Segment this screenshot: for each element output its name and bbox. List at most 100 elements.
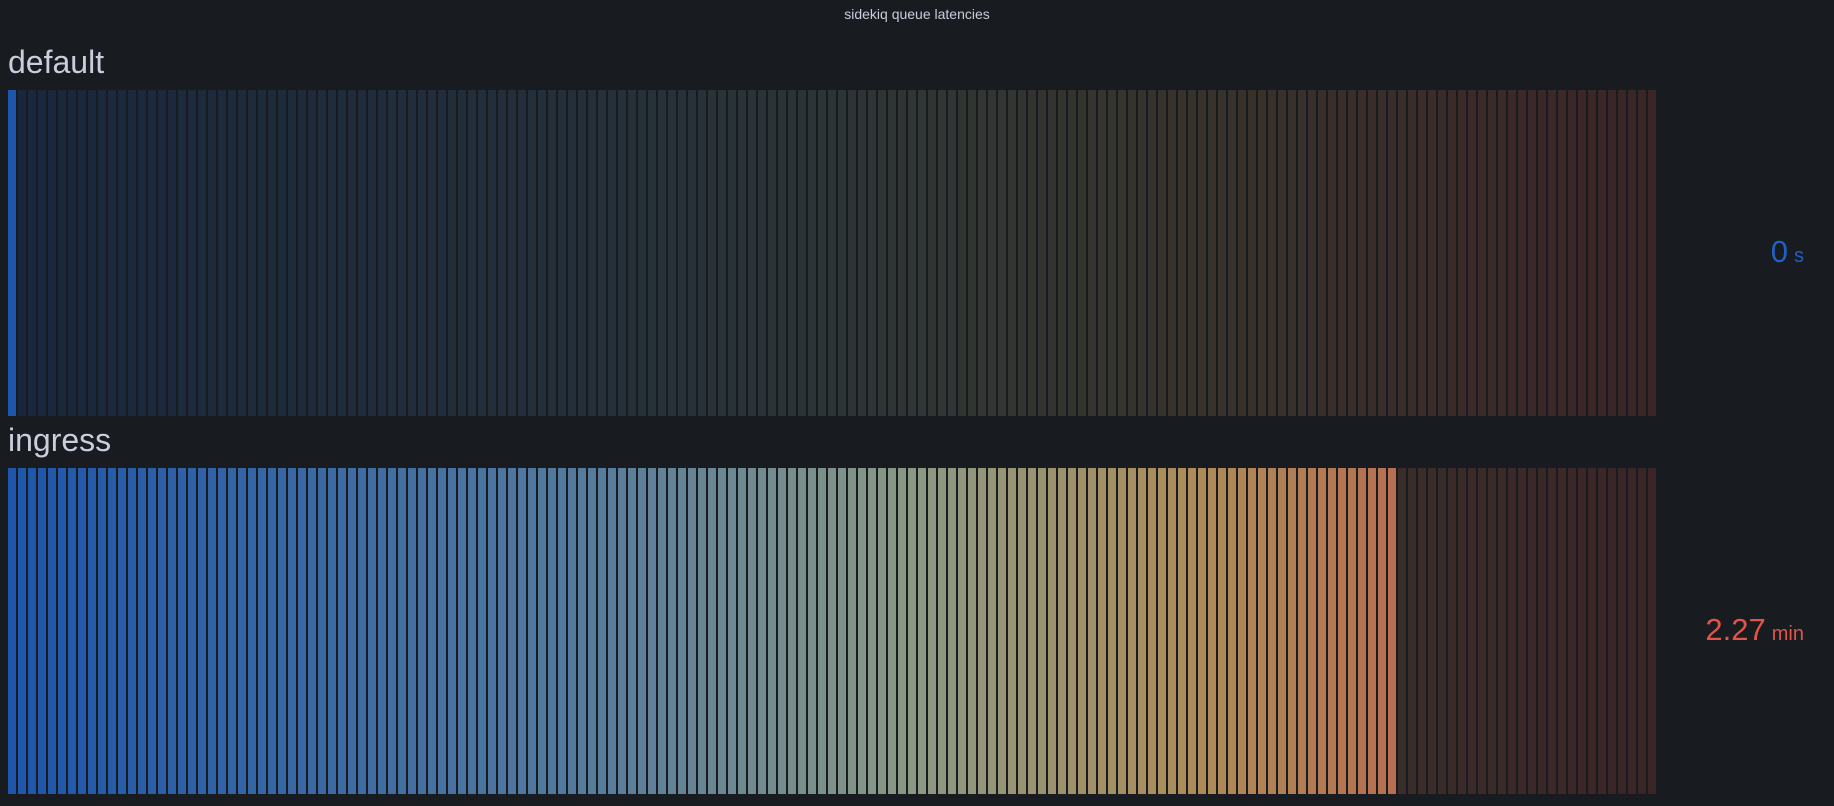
gauge-cell-ingress-71	[718, 468, 726, 794]
gauge-cell-ingress-105	[1058, 468, 1066, 794]
gauge-cell-default-19	[198, 90, 206, 416]
gauge-cell-default-98	[988, 90, 996, 416]
gauge-cell-ingress-139	[1398, 468, 1406, 794]
gauge-cell-ingress-41	[418, 468, 426, 794]
gauge-cell-ingress-28	[288, 468, 296, 794]
gauge-cell-default-131	[1318, 90, 1326, 416]
gauge-cell-ingress-2	[28, 468, 36, 794]
gauge-cell-ingress-93	[938, 468, 946, 794]
gauge-cell-default-125	[1258, 90, 1266, 416]
series-label-default: default	[8, 44, 105, 80]
gauge-cell-ingress-4	[48, 468, 56, 794]
gauge-cell-ingress-144	[1448, 468, 1456, 794]
gauge-cell-ingress-102	[1028, 468, 1036, 794]
gauge-cell-default-140	[1408, 90, 1416, 416]
gauge-cell-ingress-132	[1328, 468, 1336, 794]
gauge-cell-default-152	[1528, 90, 1536, 416]
gauge-cell-default-32	[328, 90, 336, 416]
gauge-cell-default-94	[948, 90, 956, 416]
gauge-cell-ingress-128	[1288, 468, 1296, 794]
gauge-cell-ingress-47	[478, 468, 486, 794]
gauge-cell-ingress-76	[768, 468, 776, 794]
gauge-cell-default-145	[1458, 90, 1466, 416]
gauge-cell-default-139	[1398, 90, 1406, 416]
gauge-cell-ingress-119	[1198, 468, 1206, 794]
gauge-cell-default-163	[1638, 90, 1646, 416]
gauge-cell-ingress-66	[668, 468, 676, 794]
gauge-cell-default-40	[408, 90, 416, 416]
gauge-cell-ingress-77	[778, 468, 786, 794]
gauge-cell-default-97	[978, 90, 986, 416]
gauge-cell-ingress-80	[808, 468, 816, 794]
gauge-cell-ingress-43	[438, 468, 446, 794]
gauge-cell-default-111	[1118, 90, 1126, 416]
gauge-cell-ingress-160	[1608, 468, 1616, 794]
gauge-cell-ingress-147	[1478, 468, 1486, 794]
gauge-cell-default-156	[1568, 90, 1576, 416]
gauge-cell-default-45	[458, 90, 466, 416]
gauge-cell-ingress-75	[758, 468, 766, 794]
gauge-cell-ingress-115	[1158, 468, 1166, 794]
gauge-cell-ingress-31	[318, 468, 326, 794]
gauge-cell-default-29	[298, 90, 306, 416]
gauge-cell-ingress-37	[378, 468, 386, 794]
gauge-cell-default-39	[398, 90, 406, 416]
gauge-cell-ingress-3	[38, 468, 46, 794]
gauge-cell-ingress-111	[1118, 468, 1126, 794]
gauge-cell-ingress-17	[178, 468, 186, 794]
gauge-cell-default-123	[1238, 90, 1246, 416]
gauge-cell-default-34	[348, 90, 356, 416]
gauge-cell-default-146	[1468, 90, 1476, 416]
gauge-cell-default-70	[708, 90, 716, 416]
gauge-cell-default-143	[1438, 90, 1446, 416]
gauge-cell-ingress-68	[688, 468, 696, 794]
gauge-cell-default-93	[938, 90, 946, 416]
gauge-cell-default-8	[88, 90, 96, 416]
gauge-cell-default-3	[38, 90, 46, 416]
gauge-cell-ingress-91	[918, 468, 926, 794]
gauge-cell-default-58	[588, 90, 596, 416]
gauge-cell-ingress-107	[1078, 468, 1086, 794]
gauge-cell-default-18	[188, 90, 196, 416]
gauge-cell-default-66	[668, 90, 676, 416]
gauge-cell-default-51	[518, 90, 526, 416]
gauge-cell-default-10	[108, 90, 116, 416]
gauge-cell-ingress-148	[1488, 468, 1496, 794]
gauge-cell-default-22	[228, 90, 236, 416]
gauge-cell-default-141	[1418, 90, 1426, 416]
gauge-cell-ingress-33	[338, 468, 346, 794]
gauge-cell-default-99	[998, 90, 1006, 416]
gauge-cell-default-60	[608, 90, 616, 416]
gauge-cell-ingress-22	[228, 468, 236, 794]
gauge-cell-ingress-18	[188, 468, 196, 794]
gauge-cell-ingress-157	[1578, 468, 1586, 794]
gauge-cell-ingress-101	[1018, 468, 1026, 794]
gauge-cell-ingress-0	[8, 468, 16, 794]
gauge-cell-ingress-96	[968, 468, 976, 794]
gauge-cell-ingress-126	[1268, 468, 1276, 794]
gauge-cell-default-12	[128, 90, 136, 416]
gauge-cell-default-159	[1598, 90, 1606, 416]
gauge-cell-ingress-85	[858, 468, 866, 794]
gauge-cell-default-84	[848, 90, 856, 416]
gauge-cell-default-16	[168, 90, 176, 416]
gauge-cell-default-155	[1558, 90, 1566, 416]
gauge-cell-ingress-14	[148, 468, 156, 794]
gauge-cell-default-67	[678, 90, 686, 416]
gauge-cell-default-65	[658, 90, 666, 416]
gauge-cell-default-107	[1078, 90, 1086, 416]
gauge-cell-ingress-88	[888, 468, 896, 794]
gauge-cell-default-44	[448, 90, 456, 416]
gauge-cell-ingress-163	[1638, 468, 1646, 794]
gauge-cell-ingress-63	[638, 468, 646, 794]
gauge-cell-default-48	[488, 90, 496, 416]
gauge-cell-ingress-10	[108, 468, 116, 794]
gauge-cell-default-59	[598, 90, 606, 416]
gauge-cell-default-118	[1188, 90, 1196, 416]
gauge-cell-ingress-1	[18, 468, 26, 794]
gauge-cell-ingress-61	[618, 468, 626, 794]
gauge-cell-ingress-125	[1258, 468, 1266, 794]
gauge-cell-ingress-55	[558, 468, 566, 794]
gauge-cell-default-21	[218, 90, 226, 416]
gauge-cell-default-17	[178, 90, 186, 416]
